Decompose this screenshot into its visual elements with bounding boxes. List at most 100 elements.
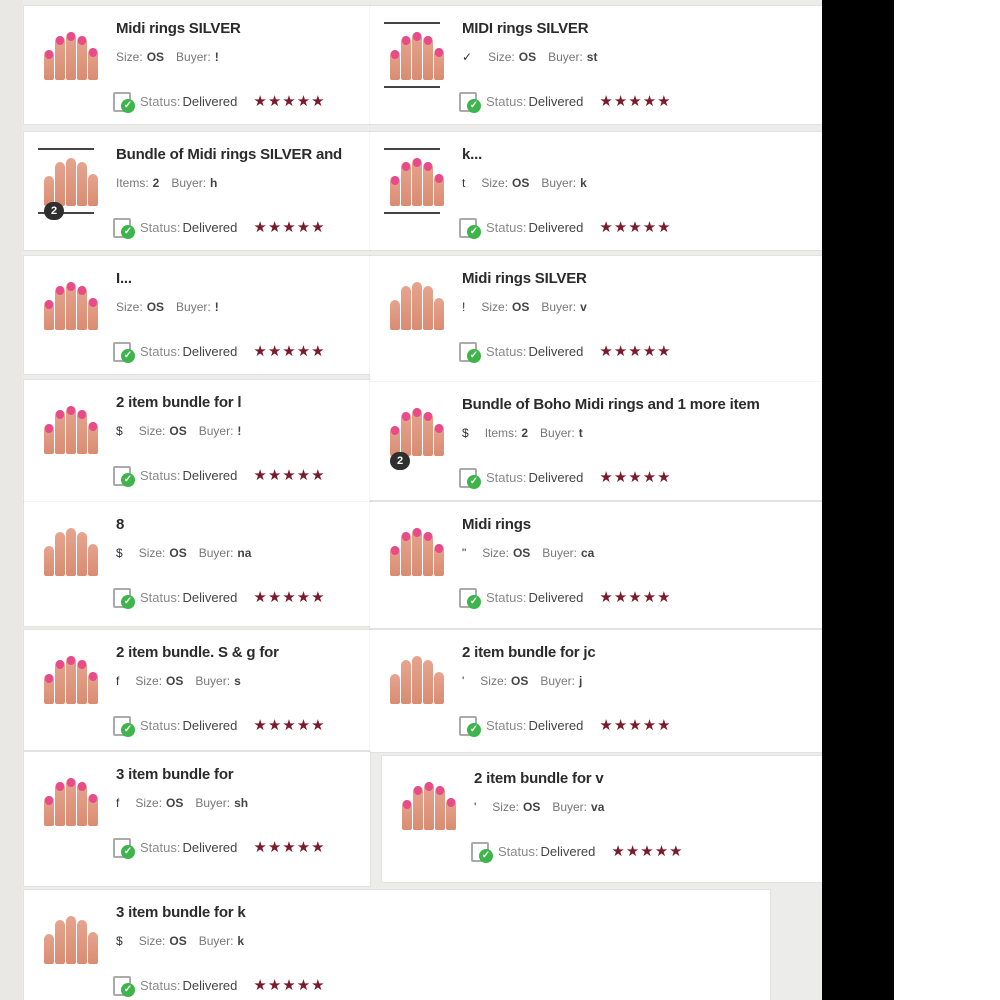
buyer-value: s [234,674,241,688]
item-title[interactable]: Midi rings [462,516,531,533]
sold-item-card[interactable]: 3 item bundle for k $ Size: OS Buyer: k ✓ Statu… [24,890,770,1000]
item-meta: ' Size: OS Buyer: j [462,674,594,688]
item-thumbnail[interactable] [38,22,98,84]
item-thumbnail[interactable] [384,272,444,334]
item-title[interactable]: 2 item bundle for jc [462,644,596,661]
sold-items-collage: Midi rings SILVER Size: OS Buyer:! ✓ Status: D… [0,0,1000,1000]
delivered-check-icon: ✓ [470,840,493,863]
item-meta: " Size: OS Buyer: ca [462,546,606,560]
buyer-value: sh [234,796,249,810]
item-meta: ' Size: OS Buyer: va [474,800,616,814]
item-title[interactable]: 2 item bundle for l [116,394,242,411]
delivered-check-icon: ✓ [112,586,135,609]
buyer-value: ! [214,300,219,314]
buyer-label: Buyer: [171,176,207,190]
rating-stars: ★★★★★ [599,93,672,110]
status-value: Delivered [182,467,238,483]
item-meta: $ Size: OS Buyer:! [116,424,253,438]
sold-item-card[interactable]: 3 item bundle for f Size: OS Buyer: sh ✓ Status… [24,752,370,886]
buyer-value: ca [580,546,595,560]
status-value: Delivered [528,219,584,235]
sold-item-card[interactable]: I... Size: OS Buyer:! ✓ Status: Delivered ★★★★★ [24,256,370,374]
buyer-value: t [578,426,583,440]
item-title[interactable]: k... [462,146,482,163]
rating-stars: ★★★★★ [253,977,326,994]
sold-item-card[interactable]: 8 $ Size: OS Buyer: na ✓ Status: Delivered ★★★★★ [24,502,370,626]
sold-item-card[interactable]: Midi rings " Size: OS Buyer: ca ✓ Status: Delive… [370,502,822,628]
item-thumbnail[interactable] [396,772,456,834]
item-title[interactable]: 3 item bundle for k [116,904,246,921]
item-thumbnail[interactable] [38,906,98,968]
status-row: ✓ Status: Delivered ★★★★★ [112,714,326,737]
item-thumbnail[interactable] [38,148,98,214]
buyer-value: j [579,674,583,688]
item-title[interactable]: Midi rings SILVER [462,270,587,287]
sold-item-card[interactable]: 2 item bundle for jc ' Size: OS Buyer: j ✓ Stat… [370,630,822,752]
item-thumbnail[interactable] [38,768,98,830]
sold-item-card[interactable]: 2 Bundle of Boho Midi rings and 1 more it… [370,382,822,500]
status-value: Delivered [182,977,238,993]
status-row: ✓ Status: Delivered ★★★★★ [112,340,326,363]
delivered-check-icon: ✓ [112,836,135,859]
item-title[interactable]: Bundle of Boho Midi rings and 1 more ite… [462,396,760,413]
item-thumbnail[interactable] [384,148,444,214]
sold-item-card[interactable]: 2 Bundle of Midi rings SILVER and Items: 2 B… [24,132,370,250]
item-title[interactable]: 2 item bundle for v [474,770,604,787]
size-label: Size: [481,176,509,190]
delivered-check-icon: ✓ [112,216,135,239]
price-fragment: $ [116,934,123,948]
sold-item-card[interactable]: Midi rings SILVER! Size: OS Buyer: v ✓ Status:… [370,256,822,382]
item-title[interactable]: MIDI rings SILVER [462,20,589,37]
status-label: Status: [486,589,527,605]
buyer-value: h [210,176,218,190]
status-label: Status: [486,93,527,109]
buyer-label: Buyer: [195,674,231,688]
status-row: ✓ Status: Delivered ★★★★★ [458,90,672,113]
rating-stars: ★★★★★ [599,219,672,236]
sold-item-card[interactable]: Midi rings SILVER Size: OS Buyer:! ✓ Status: D… [24,6,370,124]
status-label: Status: [140,467,181,483]
rating-stars: ★★★★★ [253,589,326,606]
item-thumbnail[interactable] [38,518,98,580]
item-thumbnail[interactable] [38,272,98,334]
item-title[interactable]: 3 item bundle for [116,766,234,783]
item-thumbnail[interactable] [38,646,98,708]
item-meta: Items: 2 Buyer: h [116,176,229,190]
delivered-check-icon: ✓ [458,90,481,113]
item-title[interactable]: Midi rings SILVER [116,20,241,37]
size-value: OS [169,934,187,948]
bundle-count-badge: 2 [44,202,64,220]
size-value: OS [146,300,165,314]
item-thumbnail[interactable] [384,646,444,708]
item-thumbnail[interactable] [384,398,444,460]
item-title[interactable]: 2 item bundle. S & g for [116,644,279,661]
item-thumbnail[interactable] [38,396,98,458]
size-label: Size: [135,796,163,810]
size-label: Size: [138,934,166,948]
item-thumbnail[interactable] [384,518,444,580]
status-label: Status: [140,977,181,993]
item-title[interactable]: Bundle of Midi rings SILVER and [116,146,342,163]
buyer-label: Buyer: [541,300,577,314]
price-fragment: $ [462,426,469,440]
item-meta: $ Size: OS Buyer: na [116,546,263,560]
item-title[interactable]: I... [116,270,132,287]
sold-item-card[interactable]: MIDI rings SILVER ✓ Size: OS Buyer: st ✓ Status… [370,6,822,124]
status-label: Status: [140,839,181,855]
sold-item-card[interactable]: 2 item bundle for l $ Size: OS Buyer:! ✓ Statu… [24,380,370,502]
sold-item-card[interactable]: 2 item bundle for v ' Size: OS Buyer: va ✓ Stat… [382,756,822,882]
delivered-check-icon: ✓ [458,586,481,609]
size-value: OS [522,800,541,814]
status-label: Status: [140,93,181,109]
rating-stars: ★★★★★ [611,843,684,860]
delivered-check-icon: ✓ [112,90,135,113]
item-title[interactable]: 8 [116,516,124,533]
size-value: OS [146,50,165,64]
status-label: Status: [486,717,527,733]
status-row: ✓ Status: Delivered ★★★★★ [112,586,326,609]
sold-item-card[interactable]: k... t Size: OS Buyer: k ✓ Status: Delivered ★★★★… [370,132,822,250]
buyer-value: na [237,546,252,560]
status-row: ✓ Status: Delivered ★★★★★ [112,974,326,997]
item-thumbnail[interactable] [384,22,444,88]
sold-item-card[interactable]: 2 item bundle. S & g for f Size: OS Buyer: s ✓… [24,630,370,750]
